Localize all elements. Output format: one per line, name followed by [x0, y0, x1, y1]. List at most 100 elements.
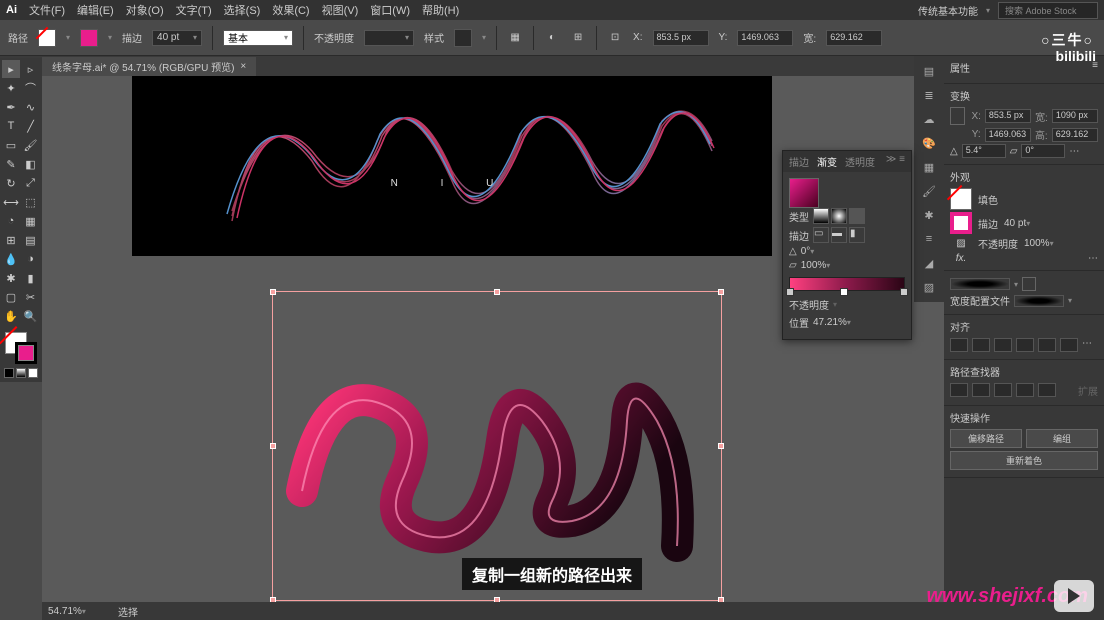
resize-handle-nw[interactable]	[270, 289, 276, 295]
intersect-icon[interactable]	[994, 383, 1012, 397]
rotate-input[interactable]: 5.4°	[962, 144, 1006, 158]
align-hcenter-icon[interactable]	[972, 338, 990, 352]
transform-h-input[interactable]: 629.162	[1052, 128, 1098, 142]
color-mode-icon[interactable]	[4, 368, 14, 378]
lasso-tool[interactable]: ⌒	[22, 79, 40, 97]
brush-preview[interactable]	[950, 278, 1010, 290]
fill-swatch[interactable]	[38, 29, 56, 47]
search-input[interactable]: 搜索 Adobe Stock	[998, 2, 1098, 19]
menu-view[interactable]: 视图(V)	[322, 2, 359, 18]
gradient-tool[interactable]: ▤	[22, 231, 40, 249]
offset-path-button[interactable]: 偏移路径	[950, 429, 1022, 448]
selection-tool[interactable]: ▸	[2, 60, 20, 78]
tab-transparency[interactable]: 透明度	[845, 154, 875, 169]
exclude-icon[interactable]	[1016, 383, 1034, 397]
anchor-ref-icon[interactable]: ⊡	[607, 30, 623, 46]
style-swatch[interactable]	[454, 29, 472, 47]
fill-stroke-swatches[interactable]	[2, 326, 40, 380]
swatches-icon[interactable]: ▦	[920, 158, 938, 176]
stroke-gradient-within-icon[interactable]: ▭	[813, 227, 829, 243]
gradient-stop-selected[interactable]	[840, 288, 848, 296]
color-icon[interactable]: 🎨	[920, 134, 938, 152]
properties-icon[interactable]: ▤	[920, 62, 938, 80]
direct-selection-tool[interactable]: ▹	[22, 60, 40, 78]
transform-w-input[interactable]: 1090 px	[1052, 109, 1098, 123]
menu-window[interactable]: 窗口(W)	[370, 2, 410, 18]
stroke-gradient-across-icon[interactable]: ▮	[849, 227, 865, 243]
artboard-tool[interactable]: ▢	[2, 288, 20, 306]
chevron-down-icon[interactable]: ▾	[1068, 296, 1072, 305]
resize-handle-n[interactable]	[494, 289, 500, 295]
shape-builder-tool[interactable]: ◔	[2, 212, 20, 230]
radial-gradient-icon[interactable]	[831, 208, 847, 224]
transparency-icon[interactable]: ▨	[920, 278, 938, 296]
zoom-tool[interactable]: 🔍	[22, 307, 40, 325]
brushes-icon[interactable]: 🖌	[920, 182, 938, 200]
gradient-slider[interactable]	[789, 277, 905, 291]
menu-select[interactable]: 选择(S)	[224, 2, 261, 18]
brush-options-icon[interactable]	[1022, 277, 1036, 291]
more-options-icon[interactable]: ⋯	[1069, 146, 1079, 157]
libraries-icon[interactable]: ☁	[920, 110, 938, 128]
stop-position-input[interactable]: 47.21%▾	[813, 317, 868, 328]
scale-tool[interactable]: ⤢	[22, 174, 40, 192]
align-top-icon[interactable]	[1016, 338, 1034, 352]
divide-icon[interactable]	[1038, 383, 1056, 397]
menu-effect[interactable]: 效果(C)	[272, 2, 309, 18]
resize-handle-w[interactable]	[270, 443, 276, 449]
y-input[interactable]: 1469.063	[737, 30, 793, 46]
brush-definition-dropdown[interactable]: 基本▾	[223, 30, 293, 46]
fx-icon[interactable]: fx.	[950, 253, 972, 264]
fill-swatch[interactable]	[950, 188, 972, 210]
pen-tool[interactable]: ✒	[2, 98, 20, 116]
workspace-switcher[interactable]: 传统基本功能	[918, 3, 978, 18]
stop-opacity-input[interactable]: ▾	[833, 299, 888, 310]
gradient-icon-dock[interactable]: ◢	[920, 254, 938, 272]
symbols-icon[interactable]: ✱	[920, 206, 938, 224]
shear-input[interactable]: 0°	[1021, 144, 1065, 158]
tab-stroke[interactable]: 描边	[789, 154, 809, 169]
x-input[interactable]: 853.5 px	[653, 30, 709, 46]
gradient-mode-icon[interactable]	[16, 368, 26, 378]
menu-edit[interactable]: 编辑(E)	[77, 2, 114, 18]
layers-icon[interactable]: ≣	[920, 86, 938, 104]
shaper-tool[interactable]: ✎	[2, 155, 20, 173]
stroke-swatch[interactable]	[80, 29, 98, 47]
chevron-down-icon[interactable]: ▾	[1014, 280, 1018, 289]
menu-type[interactable]: 文字(T)	[176, 2, 212, 18]
align-right-icon[interactable]	[994, 338, 1012, 352]
align-icon[interactable]: ▦	[507, 30, 523, 46]
resize-handle-ne[interactable]	[718, 289, 724, 295]
width-profile-dropdown[interactable]	[1014, 295, 1064, 307]
stroke-gradient-along-icon[interactable]: ▬	[831, 227, 847, 243]
play-button-overlay[interactable]	[1054, 580, 1094, 612]
selected-object[interactable]	[272, 291, 722, 601]
more-options-icon[interactable]: ⋯	[1082, 338, 1092, 352]
magic-wand-tool[interactable]: ✦	[2, 79, 20, 97]
chevron-down-icon[interactable]: ▾	[108, 33, 112, 42]
align-vcenter-icon[interactable]	[1038, 338, 1056, 352]
column-graph-tool[interactable]: ▮	[22, 269, 40, 287]
eraser-tool[interactable]: ◧	[22, 155, 40, 173]
curvature-tool[interactable]: ∿	[22, 98, 40, 116]
minus-front-icon[interactable]	[972, 383, 990, 397]
symbol-sprayer-tool[interactable]: ✱	[2, 269, 20, 287]
chevron-down-icon[interactable]: ▾	[482, 33, 486, 42]
group-button[interactable]: 编组	[1026, 429, 1098, 448]
resize-handle-e[interactable]	[718, 443, 724, 449]
zoom-level-dropdown[interactable]: 54.71%▾	[48, 606, 108, 617]
aspect-input[interactable]: 100%▾	[801, 260, 851, 271]
transform-x-input[interactable]: 853.5 px	[985, 109, 1031, 123]
close-tab-icon[interactable]: ×	[240, 61, 246, 72]
opacity-input[interactable]: ▾	[364, 30, 414, 46]
stroke-weight-input[interactable]: 40 pt▾	[1004, 218, 1054, 229]
shape-icon[interactable]: ◐	[544, 30, 560, 46]
menu-object[interactable]: 对象(O)	[126, 2, 164, 18]
gradient-stop[interactable]	[900, 288, 908, 296]
opacity-input[interactable]: 100%▾	[1024, 238, 1074, 249]
menu-help[interactable]: 帮助(H)	[422, 2, 459, 18]
transform-y-input[interactable]: 1469.063	[985, 128, 1031, 142]
perspective-tool[interactable]: ▦	[22, 212, 40, 230]
align-left-icon[interactable]	[950, 338, 968, 352]
stroke-weight-input[interactable]: 40 pt▾	[152, 30, 202, 46]
